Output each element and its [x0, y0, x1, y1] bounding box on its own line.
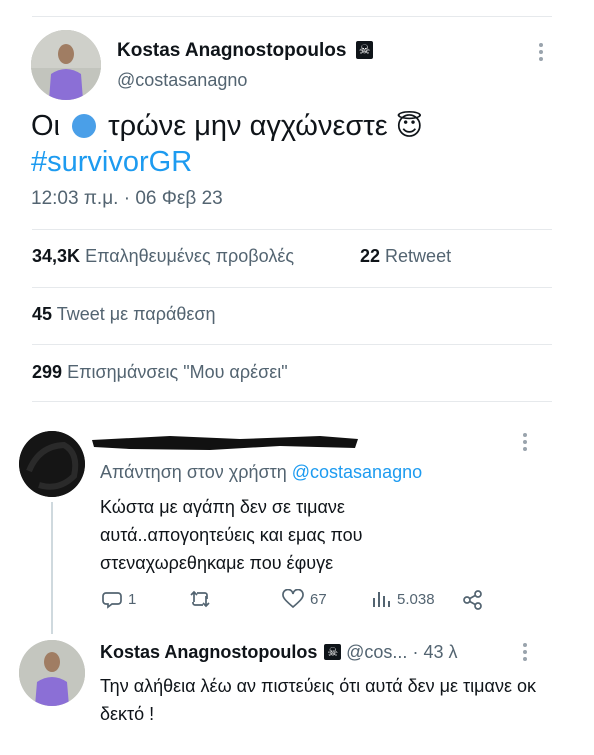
- tweet-text-start: Οι: [31, 110, 60, 142]
- quotes-label: Tweet με παράθεση: [56, 304, 216, 324]
- reply-to-handle[interactable]: @costasanagno: [292, 462, 422, 482]
- more-options-icon[interactable]: [539, 43, 543, 64]
- analytics-bar-icon: [373, 592, 390, 607]
- scribbled-avatar-icon: [19, 431, 85, 497]
- retweets-stat[interactable]: 22 Retweet: [360, 246, 451, 267]
- retweet-action[interactable]: [189, 589, 217, 609]
- retweet-icon: [190, 590, 210, 608]
- retweets-label: Retweet: [385, 246, 452, 266]
- share-icon: [463, 590, 482, 610]
- avatar[interactable]: [31, 30, 101, 100]
- views-stat[interactable]: 34,3K Επαληθευμένες προβολές: [32, 246, 294, 267]
- reply2-text: Την αλήθεια λέω αν πιστεύεις ότι αυτά δε…: [100, 676, 536, 724]
- reply2-time[interactable]: · 43 λ: [412, 642, 457, 662]
- timestamp[interactable]: 12:03 π.μ. · 06 Φεβ 23: [31, 188, 223, 210]
- hashtag-link[interactable]: #survivorGR: [31, 146, 192, 179]
- views-label: Επαληθευμένες προβολές: [85, 246, 295, 266]
- skull-badge-icon: ☠: [355, 41, 374, 59]
- divider: [32, 344, 552, 345]
- author-name-row[interactable]: Kostas Anagnostopoulos ☠: [117, 40, 374, 62]
- tweet-text-end: τρώνε μην αγχώνεστε: [108, 110, 388, 142]
- author-handle[interactable]: @costasanagno: [117, 70, 247, 91]
- quotes-count: 45: [32, 304, 53, 324]
- author-name[interactable]: Kostas Anagnostopoulos: [117, 40, 346, 61]
- reply-text: Κώστα με αγάπη δεν σε τιμανε αυτά..απογο…: [100, 497, 363, 573]
- likes-label: Επισημάνσεις "Μου αρέσει": [67, 362, 288, 382]
- divider: [32, 401, 552, 402]
- views-action[interactable]: 5.038: [371, 589, 435, 609]
- more-options-icon[interactable]: [523, 643, 527, 664]
- views-count: 5.038: [397, 590, 435, 608]
- reply-to-prefix: Απάντηση στον χρήστη: [100, 462, 287, 482]
- reply2-header: Kostas Anagnostopoulos ☠ @cos... · 43 λ: [100, 642, 457, 663]
- heart-icon: [282, 589, 304, 609]
- tweet-text: Οι τρώνε μην αγχώνεστε 😇: [31, 108, 423, 144]
- reply-to-line: Απάντηση στον χρήστη @costasanagno: [100, 462, 422, 483]
- like-count: 67: [310, 590, 327, 608]
- thread-line: [51, 502, 53, 634]
- reply-avatar[interactable]: [19, 431, 85, 497]
- person-photo-icon: [31, 30, 101, 100]
- views-count: 34,3K: [32, 246, 81, 266]
- like-action[interactable]: 67: [282, 589, 327, 609]
- comment-icon: [102, 592, 122, 609]
- person-photo-icon: [19, 640, 85, 706]
- share-action[interactable]: [462, 589, 484, 611]
- reply-count: 1: [128, 590, 137, 608]
- reply2-handle[interactable]: @cos...: [346, 642, 407, 662]
- likes-stat[interactable]: 299 Επισημάνσεις "Μου αρέσει": [32, 362, 288, 383]
- reply2-author-name[interactable]: Kostas Anagnostopoulos: [100, 642, 317, 662]
- reply2-avatar[interactable]: [19, 640, 85, 706]
- blue-circle-icon: [72, 114, 97, 138]
- divider: [32, 287, 552, 288]
- quotes-stat[interactable]: 45 Tweet με παράθεση: [32, 304, 216, 325]
- smiling-halo-emoji: 😇: [395, 111, 423, 141]
- likes-count: 299: [32, 362, 63, 382]
- retweets-count: 22: [360, 246, 381, 266]
- more-options-icon[interactable]: [523, 433, 527, 454]
- skull-badge-icon: ☠: [324, 644, 342, 660]
- divider: [32, 229, 552, 230]
- redacted-username-scribble: [90, 430, 360, 461]
- reply-action[interactable]: 1: [102, 589, 136, 609]
- top-divider: [32, 16, 552, 17]
